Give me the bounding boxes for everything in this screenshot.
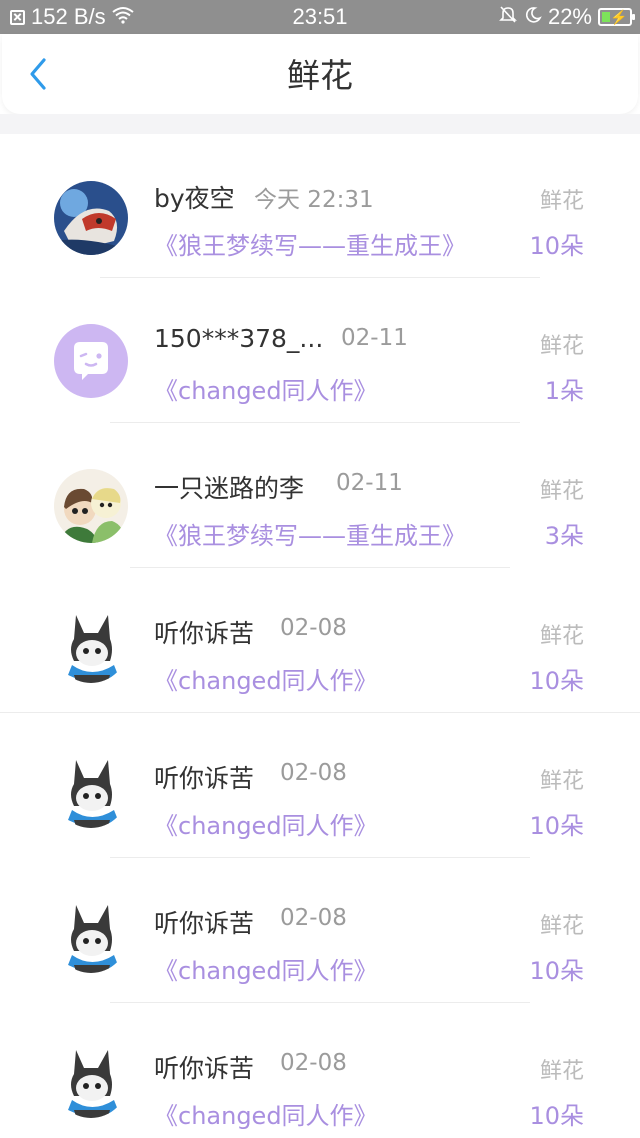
list-item[interactable]: by夜空 今天 22:31 《狼王梦续写——重生成王》 鲜花 10朵 [0, 134, 640, 279]
mute-bell-icon [498, 4, 518, 30]
gift-label: 鲜花 [539, 1059, 584, 1084]
user-name[interactable]: 150***378_... [154, 324, 323, 353]
gift-time: 02-11 [336, 470, 403, 496]
list-item[interactable]: 听你诉苦 02-08 《changed同人作》 鲜花 10朵 [0, 1004, 640, 1138]
list-item[interactable]: 听你诉苦 02-08 《changed同人作》 鲜花 10朵 [0, 714, 640, 859]
list-item[interactable]: 一只迷路的李 02-11 《狼王梦续写——重生成王》 鲜花 3朵 [0, 424, 640, 569]
status-right: 22% ⚡ [498, 4, 635, 30]
user-name[interactable]: 一只迷路的李 [154, 469, 304, 505]
moon-icon [524, 4, 542, 30]
row-divider [110, 1002, 530, 1003]
gift-label: 鲜花 [539, 914, 584, 939]
user-name[interactable]: 听你诉苦 [154, 759, 254, 795]
battery-icon: ⚡ [598, 8, 635, 26]
work-title-link[interactable]: 《狼王梦续写——重生成王》 [154, 226, 466, 261]
gift-time: 02-08 [280, 1050, 347, 1076]
avatar-image [54, 899, 128, 973]
page-title: 鲜花 [287, 56, 353, 95]
work-title-link[interactable]: 《changed同人作》 [154, 951, 378, 986]
gift-label: 鲜花 [539, 334, 584, 359]
gift-label: 鲜花 [539, 624, 584, 649]
work-title-link[interactable]: 《changed同人作》 [154, 661, 378, 696]
row-divider [100, 277, 540, 278]
status-bar: 152 B/s 23:51 22% ⚡ [0, 0, 640, 34]
gift-time: 02-11 [341, 325, 408, 351]
work-title-link[interactable]: 《changed同人作》 [154, 1096, 378, 1131]
row-divider [110, 422, 520, 423]
user-name[interactable]: 听你诉苦 [154, 1049, 254, 1085]
header-gap [0, 114, 640, 134]
list-item[interactable]: 听你诉苦 02-08 《changed同人作》 鲜花 10朵 [0, 859, 640, 1004]
gift-count: 10朵 [529, 667, 584, 695]
row-divider [0, 712, 640, 713]
list-item[interactable]: 听你诉苦 02-08 《changed同人作》 鲜花 10朵 [0, 569, 640, 714]
user-name[interactable]: 听你诉苦 [154, 904, 254, 940]
avatar-image [54, 181, 128, 255]
gift-count: 3朵 [544, 522, 584, 550]
avatar-image [54, 1044, 128, 1118]
user-name[interactable]: by夜空 [154, 179, 235, 215]
gift-count: 10朵 [529, 957, 584, 985]
avatar-image [54, 469, 128, 543]
gift-label: 鲜花 [539, 769, 584, 794]
row-divider [130, 567, 510, 568]
page-header: 鲜花 [2, 34, 638, 114]
gift-time: 02-08 [280, 760, 347, 786]
work-title-link[interactable]: 《changed同人作》 [154, 371, 378, 406]
default-avatar-icon [54, 324, 128, 398]
battery-percent: 22% [547, 4, 592, 29]
gift-time: 今天 22:31 [254, 187, 374, 213]
work-title-link[interactable]: 《changed同人作》 [154, 806, 378, 841]
row-divider [110, 857, 530, 858]
gift-count: 1朵 [544, 377, 584, 405]
avatar-image [54, 609, 128, 683]
list-item[interactable]: 150***378_... 02-11 《changed同人作》 鲜花 1朵 [0, 279, 640, 424]
gift-time: 02-08 [280, 615, 347, 641]
gift-time: 02-08 [280, 905, 347, 931]
gift-count: 10朵 [529, 1102, 584, 1130]
user-name[interactable]: 听你诉苦 [154, 614, 254, 650]
gift-count: 10朵 [529, 232, 584, 260]
avatar-image [54, 754, 128, 828]
gift-count: 10朵 [529, 812, 584, 840]
gift-label: 鲜花 [539, 189, 584, 214]
gift-label: 鲜花 [539, 479, 584, 504]
flower-list: by夜空 今天 22:31 《狼王梦续写——重生成王》 鲜花 10朵 150**… [0, 134, 640, 1138]
work-title-link[interactable]: 《狼王梦续写——重生成王》 [154, 516, 466, 551]
